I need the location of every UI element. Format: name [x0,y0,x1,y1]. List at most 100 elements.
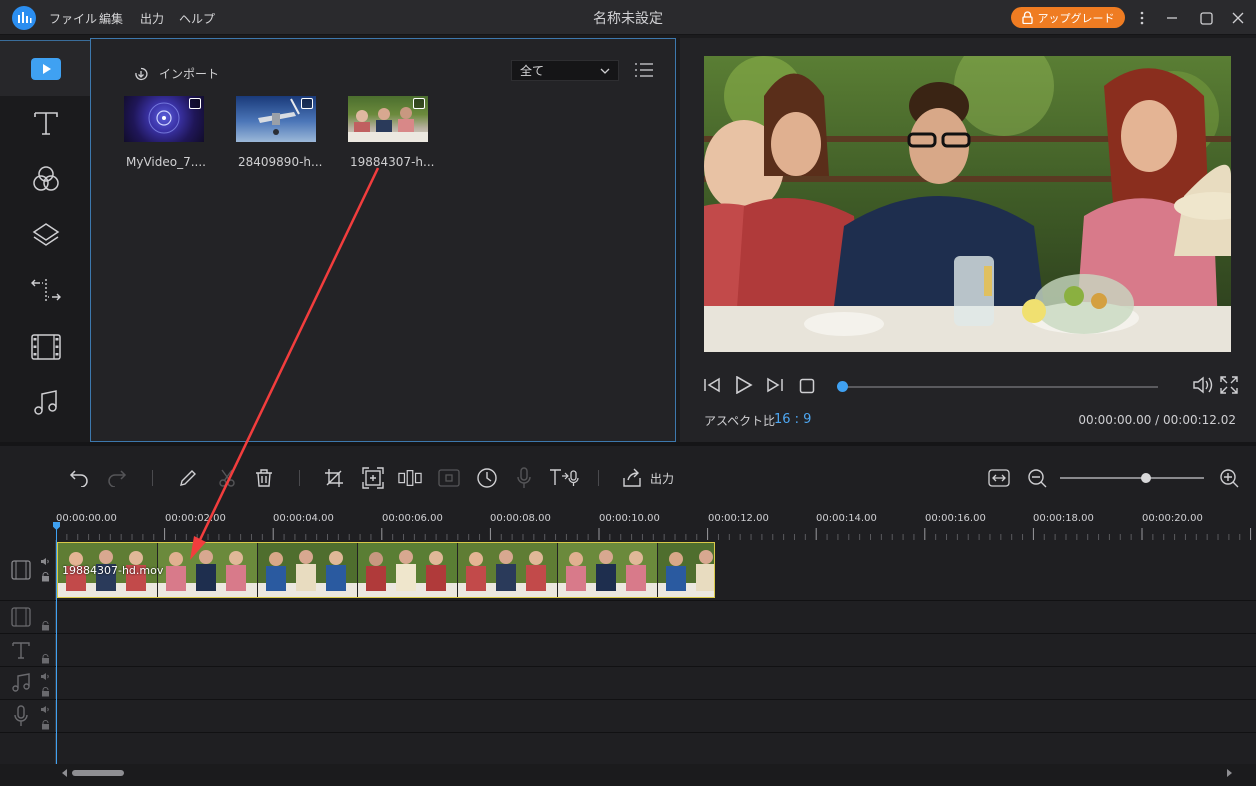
ruler-label: 00:00:20.00 [1142,513,1203,524]
zoom-out-icon[interactable] [1025,466,1049,490]
video-badge-icon [301,98,313,109]
maximize-icon[interactable] [1194,6,1218,30]
crop-icon[interactable] [322,466,346,490]
ruler-label: 00:00:16.00 [925,513,986,524]
chevron-down-icon [600,68,610,74]
mosaic-icon[interactable] [361,466,385,490]
track-lock-icon[interactable] [41,687,50,697]
preview-video [704,56,1231,352]
mic-track-icon [13,705,29,727]
overlay-track-icon [11,607,31,627]
track-header-empty [0,733,56,764]
delete-icon[interactable] [252,466,276,490]
layers-icon [31,220,61,250]
nav-filters[interactable] [0,152,91,206]
track-divider [0,732,1256,733]
track-lock-icon[interactable] [41,654,50,664]
close-icon[interactable] [1226,6,1250,30]
export-label[interactable]: 出力 [650,470,674,487]
left-nav [0,36,91,442]
timeline-ruler[interactable]: 00:00:00.00 00:00:02.00 00:00:04.00 00:0… [0,510,1256,540]
preview-panel: アスペクト比 16 : 9 00:00:00.00 / 00:00:12.02 [680,38,1256,442]
pip-icon [437,466,461,490]
zoom-slider-knob[interactable] [1141,473,1151,483]
media-thumbnail[interactable] [348,96,428,142]
video-badge-icon [189,98,201,109]
aspect-ratio-value[interactable]: 16 : 9 [774,412,811,427]
timeline-hscrollbar[interactable] [0,764,1256,786]
playhead-line[interactable] [56,524,57,768]
toolbar-divider [152,470,153,486]
timeline-clip[interactable]: 19884307-hd.mov [57,542,715,598]
minimize-icon[interactable] [1160,6,1184,30]
menu-export[interactable]: 出力 [140,10,164,27]
menu-help[interactable]: ヘルプ [179,10,215,27]
nav-transitions[interactable] [0,264,91,318]
track-lock-icon[interactable] [41,572,50,582]
timeline-hscroll-thumb[interactable] [72,770,124,776]
ruler-label: 00:00:14.00 [816,513,877,524]
track-lock-icon[interactable] [41,621,50,631]
scroll-left-icon[interactable] [62,769,68,777]
edit-pencil-icon[interactable] [176,466,200,490]
media-library-panel: インポート 全て MyVideo_7.... 28409890-h... 198… [90,38,676,442]
track-divider [0,699,1256,700]
redo-icon [105,466,129,490]
filters-icon [31,164,61,194]
upgrade-button[interactable]: アップグレード [1011,7,1125,28]
track-header-voice [0,700,56,732]
aspect-ratio-label: アスペクト比 [704,414,776,428]
ruler-ticks [56,528,1252,540]
ruler-label: 00:00:08.00 [490,513,551,524]
video-track-icon [11,560,31,580]
media-thumbnail[interactable] [124,96,204,142]
menu-edit[interactable]: 編集 [99,10,123,27]
playback-progress-track[interactable] [841,386,1158,388]
next-frame-icon[interactable] [765,376,785,394]
toolbar-divider [598,470,599,486]
fullscreen-icon[interactable] [1220,376,1238,394]
zoom-in-icon[interactable] [1217,466,1241,490]
ruler-label: 00:00:02.00 [165,513,226,524]
zoom-slider-track[interactable] [1060,477,1204,479]
stop-icon[interactable] [799,378,815,394]
nav-media[interactable] [0,40,91,96]
more-options-icon[interactable] [1130,6,1154,30]
clip-name: 19884307-hd.mov [62,564,164,577]
import-icon [133,67,149,81]
speech-to-text-icon[interactable] [549,466,579,490]
freeze-frame-icon[interactable] [398,466,422,490]
media-filter-select[interactable]: 全て [511,60,619,81]
menu-file[interactable]: ファイル [49,10,97,27]
nav-music[interactable] [0,376,91,430]
track-mute-icon[interactable] [40,705,50,714]
ruler-label: 00:00:18.00 [1033,513,1094,524]
playback-progress-knob[interactable] [837,381,848,392]
previous-frame-icon[interactable] [702,376,722,394]
track-lock-icon[interactable] [41,720,50,730]
list-view-icon[interactable] [634,62,654,78]
nav-elements[interactable] [0,320,91,374]
media-item-name: 28409890-h... [238,155,323,169]
voiceover-mic-icon [512,466,536,490]
track-mute-icon[interactable] [40,672,50,681]
text-icon [32,109,60,137]
export-icon[interactable] [620,466,644,490]
media-icon [30,57,61,80]
music-track-icon [11,673,31,693]
split-scissors-icon [215,466,239,490]
import-button[interactable]: インポート [133,65,219,82]
track-header-main-video [0,540,56,600]
text-track-icon [11,640,31,660]
track-mute-icon[interactable] [40,557,50,566]
track-header-music [0,667,56,699]
play-icon[interactable] [733,376,753,394]
nav-text[interactable] [0,96,91,150]
media-thumbnail[interactable] [236,96,316,142]
scroll-right-icon[interactable] [1226,769,1232,777]
speed-clock-icon[interactable] [475,466,499,490]
volume-icon[interactable] [1192,376,1214,394]
fit-timeline-icon[interactable] [987,466,1011,490]
nav-overlays[interactable] [0,208,91,262]
undo-icon[interactable] [67,466,91,490]
